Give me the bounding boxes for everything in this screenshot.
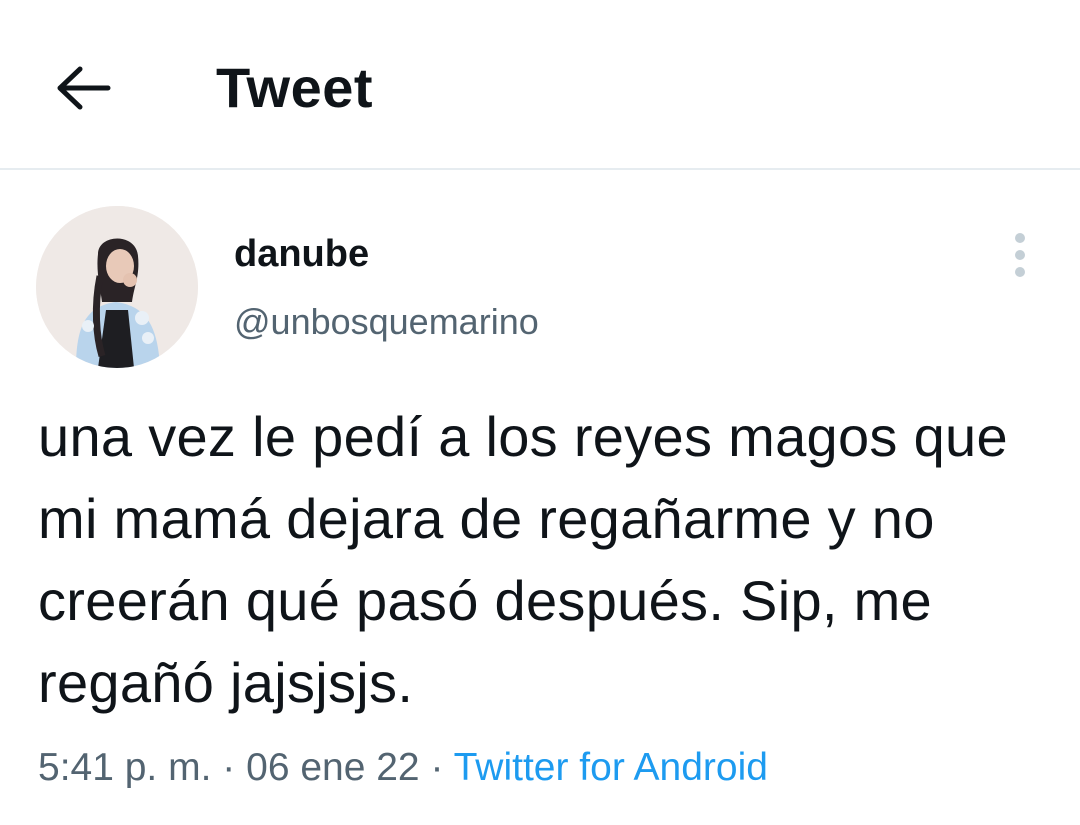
tweet-time[interactable]: 5:41 p. m. <box>38 746 211 789</box>
tweet-date[interactable]: 06 ene 22 <box>246 746 420 789</box>
tweet-metadata: 5:41 p. m. · 06 ene 22 · Twitter for And… <box>38 740 768 796</box>
tweet-text: una vez le pedí a los reyes magos que mi… <box>38 405 1008 714</box>
author-handle[interactable]: @unbosquemarino <box>234 296 539 348</box>
tweet-source-link[interactable]: Twitter for Android <box>454 746 768 789</box>
meta-separator: · <box>222 746 236 789</box>
page-title: Tweet <box>216 56 374 119</box>
top-app-bar: Tweet <box>0 0 1080 170</box>
vertical-ellipsis-icon <box>1015 233 1025 243</box>
avatar[interactable] <box>36 206 198 368</box>
more-options-button[interactable] <box>1000 230 1040 280</box>
meta-separator: · <box>430 746 444 789</box>
author-display-name[interactable]: danube <box>234 228 369 280</box>
user-avatar-photo <box>36 206 198 368</box>
back-button[interactable] <box>48 56 120 120</box>
arrow-left-icon <box>57 66 111 110</box>
